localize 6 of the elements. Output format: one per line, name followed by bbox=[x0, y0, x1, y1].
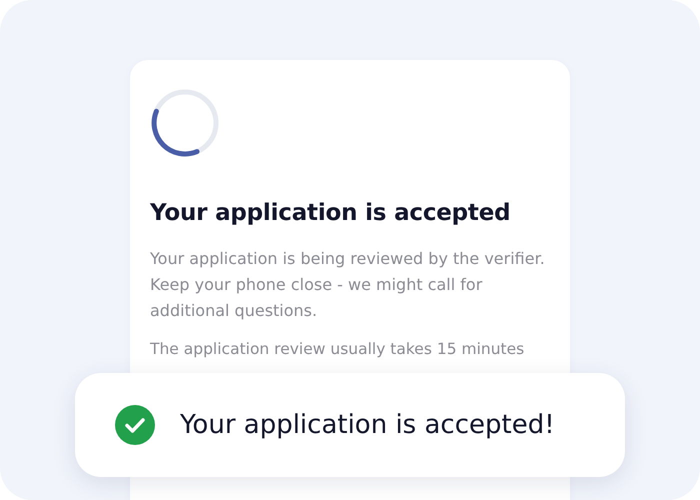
check-icon bbox=[115, 405, 155, 445]
card-title: Your application is accepted bbox=[150, 200, 512, 226]
toast-message: Your application is accepted! bbox=[180, 410, 555, 440]
spinner-icon bbox=[150, 88, 220, 158]
description-text: The application review usually takes 15 minutes bbox=[150, 339, 526, 360]
description-text: Your application is being reviewed by the verifier. Keep your phone close - we might call for additional questions. bbox=[150, 248, 546, 322]
